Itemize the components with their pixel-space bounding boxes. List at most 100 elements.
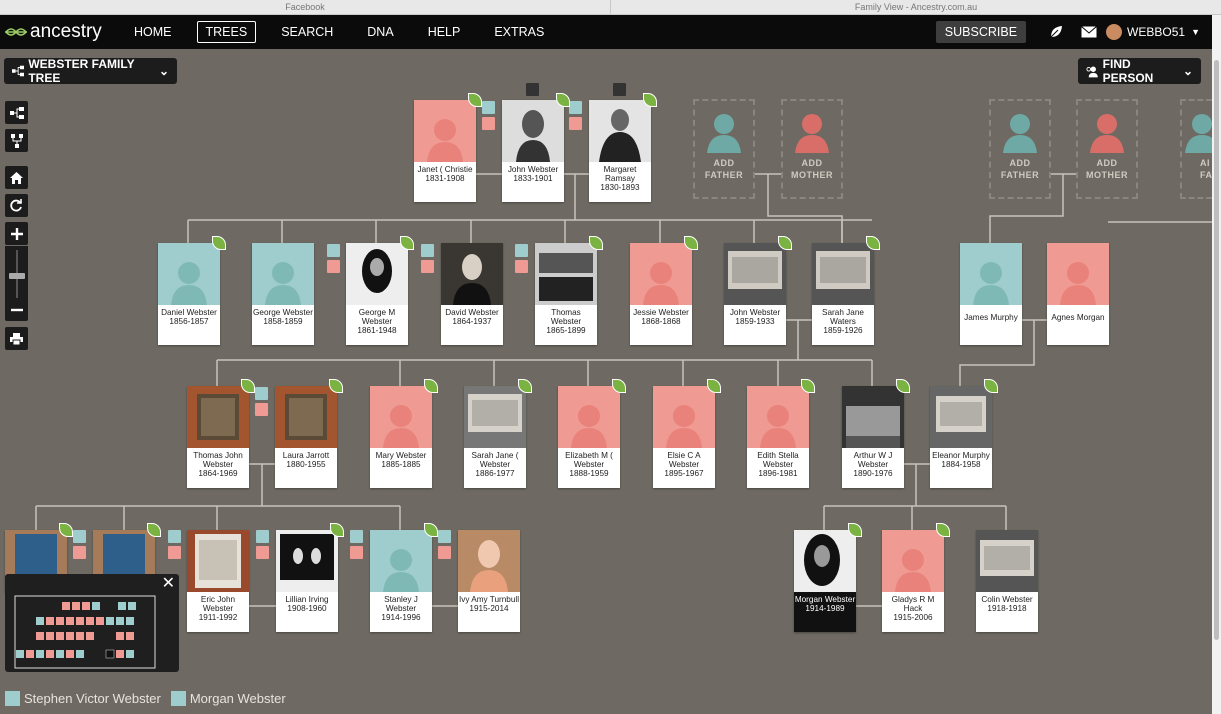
female-silhouette-icon: [630, 243, 692, 305]
scrollbar-thumb[interactable]: [1214, 60, 1219, 640]
person-dates: 1859-1926: [823, 326, 863, 335]
person-card-james-murphy[interactable]: James Murphy: [960, 243, 1022, 345]
add-mother-label: ADD: [1096, 158, 1118, 168]
person-card-david-webster[interactable]: David Webster 1864-1937: [441, 243, 503, 345]
headstone-photo: [976, 530, 1038, 592]
female-silhouette-icon: [653, 386, 715, 448]
spouse-mini[interactable]: [255, 403, 268, 416]
female-silhouette-icon: [882, 530, 944, 592]
add-father-button-partial[interactable]: AI FAT: [1180, 99, 1212, 199]
person-card-elsie-webster[interactable]: Elsie C A Webster 1895-1967: [653, 379, 721, 488]
person-card-margaret-ramsay[interactable]: Margaret Ramsay 1830-1893: [589, 93, 657, 202]
headstone-photo: [275, 386, 337, 448]
add-mother-label: MOTHER: [791, 170, 833, 180]
spouse-mini[interactable]: [73, 546, 86, 559]
person-dates: 1886-1977: [475, 469, 515, 478]
person-card-edith-webster[interactable]: Edith Stella Webster 1896-1981: [747, 379, 815, 488]
person-dates: 1864-1937: [452, 317, 492, 326]
close-icon[interactable]: ✕: [162, 573, 175, 593]
person-card-sarah-jane-webster[interactable]: Sarah Jane ( Webster 1886-1977: [464, 379, 532, 488]
person-card-mary-webster[interactable]: Mary Webster 1885-1885: [370, 379, 438, 488]
breadcrumb-item-stephen[interactable]: Stephen Victor Webster: [5, 690, 161, 706]
spouse-mother-mini[interactable]: [569, 117, 582, 130]
person-name: John Webster: [729, 308, 781, 317]
spouse-mother-mini[interactable]: [482, 117, 495, 130]
person-dates: 1915-2014: [469, 604, 509, 613]
spouse-mini[interactable]: [350, 546, 363, 559]
add-father-button[interactable]: ADD FATHER: [989, 99, 1051, 199]
person-card-george-webster[interactable]: George Webster 1858-1859: [252, 243, 314, 345]
person-card-eric-john-webster[interactable]: Eric John Webster 1911-1992: [187, 530, 249, 632]
person-photo: [589, 100, 651, 162]
person-card-john-webster-sr[interactable]: John Webster 1833-1901: [502, 93, 570, 202]
person-name: Agnes Morgan: [1051, 313, 1105, 322]
parents-expand-icon[interactable]: [526, 83, 539, 96]
person-card-agnes-morgan[interactable]: Agnes Morgan: [1047, 243, 1109, 345]
person-card-john-webster[interactable]: John Webster 1859-1933: [724, 236, 792, 345]
male-silhouette-icon: [5, 690, 20, 706]
spouse-mini[interactable]: [350, 530, 363, 543]
add-mother-button[interactable]: ADD MOTHER: [1076, 99, 1138, 199]
person-name: Sarah Jane ( Webster: [471, 451, 519, 469]
spouse-mini[interactable]: [438, 546, 451, 559]
person-card-daniel-webster[interactable]: Daniel Webster 1856-1857: [158, 236, 226, 345]
parents-expand-icon[interactable]: [613, 83, 626, 96]
person-photo: [346, 243, 408, 305]
female-silhouette-icon: [747, 386, 809, 448]
spouse-mini[interactable]: [421, 244, 434, 257]
spouse-mini[interactable]: [256, 530, 269, 543]
headstone-photo: [930, 386, 992, 448]
spouse-mini[interactable]: [255, 387, 268, 400]
add-father-button[interactable]: ADD FATHER: [693, 99, 755, 199]
person-name: George Webster: [253, 308, 313, 317]
add-father-label: FATHER: [1000, 170, 1040, 180]
person-card-jessie-webster[interactable]: Jessie Webster 1868-1868: [630, 236, 698, 345]
spouse-father-mini[interactable]: [569, 101, 582, 114]
person-photo: [794, 530, 856, 592]
person-name: Daniel Webster: [161, 308, 217, 317]
person-name: James Murphy: [964, 313, 1018, 322]
person-name: John Webster: [507, 165, 559, 174]
person-card-elizabeth-webster[interactable]: Elizabeth M ( Webster 1888-1959: [558, 379, 626, 488]
breadcrumb-item-morgan[interactable]: Morgan Webster: [170, 690, 286, 706]
person-card-gladys-hack[interactable]: Gladys R M Hack 1915-2006: [882, 523, 950, 632]
spouse-mini[interactable]: [515, 244, 528, 257]
tree-minimap[interactable]: ✕: [5, 574, 179, 672]
person-card-janet-christie[interactable]: Janet ( Christie 1831-1908: [414, 93, 482, 202]
spouse-mini[interactable]: [515, 260, 528, 273]
person-name: Arthur W J Webster: [853, 451, 893, 469]
person-dates: 1911-1992: [198, 613, 238, 622]
person-card-thomas-webster[interactable]: Thomas Webster 1865-1899: [535, 236, 603, 345]
person-dates: 1856-1857: [169, 317, 209, 326]
person-card-george-m-webster[interactable]: George M Webster 1861-1948: [346, 236, 414, 345]
spouse-mini[interactable]: [327, 244, 340, 257]
person-name: Margaret Ramsay: [603, 165, 637, 183]
person-card-thomas-john-webster[interactable]: Thomas John Webster 1864-1969: [187, 379, 255, 488]
person-dates: 1890-1976: [853, 469, 893, 478]
spouse-mini[interactable]: [73, 530, 86, 543]
person-card-laura-jarrott[interactable]: Laura Jarrott 1880-1955: [275, 379, 343, 488]
person-card-sarah-jane-waters[interactable]: Sarah Jane Waters 1859-1926: [812, 236, 880, 345]
add-mother-button[interactable]: ADD MOTHER: [781, 99, 843, 199]
male-silhouette-icon: [1185, 114, 1212, 153]
spouse-mini[interactable]: [168, 546, 181, 559]
person-card-stanley-webster[interactable]: Stanley J Webster 1914-1996: [370, 523, 438, 632]
person-photo: [441, 243, 503, 305]
person-card-eleanor-murphy[interactable]: Eleanor Murphy 1884-1958: [930, 379, 998, 488]
spouse-mini[interactable]: [256, 546, 269, 559]
spouse-father-mini[interactable]: [482, 101, 495, 114]
person-name: Mary Webster: [375, 451, 427, 460]
person-card-morgan-webster[interactable]: Morgan Webster 1914-1989: [794, 523, 862, 632]
spouse-mini[interactable]: [168, 530, 181, 543]
person-card-ivy-turnbull[interactable]: Ivy Amy Turnbull 1915-2014: [458, 530, 520, 632]
person-card-arthur-webster[interactable]: Arthur W J Webster 1890-1976: [842, 379, 910, 488]
male-silhouette-icon: [960, 243, 1022, 305]
person-card-lillian-irving[interactable]: Lillian Irving 1908-1960: [276, 523, 344, 632]
female-silhouette-icon: [1090, 114, 1124, 153]
spouse-mini[interactable]: [421, 260, 434, 273]
person-name: Janet ( Christie: [417, 165, 473, 174]
person-name: Elsie C A Webster: [667, 451, 701, 469]
spouse-mini[interactable]: [438, 530, 451, 543]
person-card-colin-webster[interactable]: Colin Webster 1918-1918: [976, 530, 1038, 632]
spouse-mini[interactable]: [327, 260, 340, 273]
